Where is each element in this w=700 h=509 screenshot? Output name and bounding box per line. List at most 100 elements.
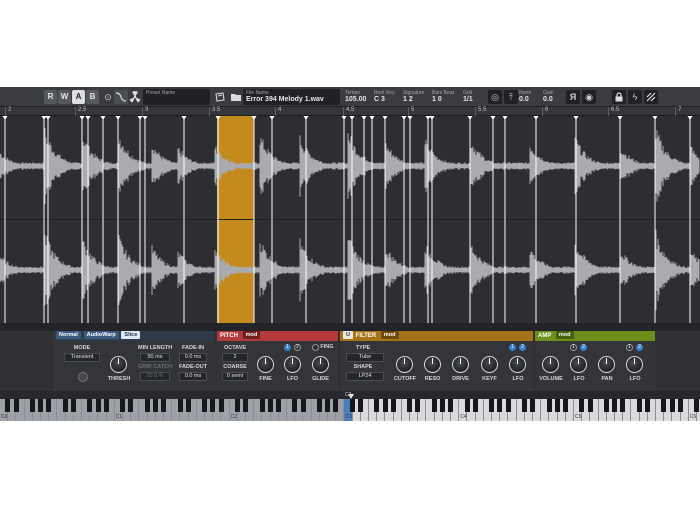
black-key[interactable] (677, 399, 683, 412)
black-key[interactable] (103, 399, 109, 412)
snap-icon[interactable]: ◎ (488, 90, 502, 104)
slice-marker-handle[interactable] (425, 116, 431, 120)
black-key[interactable] (644, 399, 650, 412)
slice-marker-handle[interactable] (269, 116, 275, 120)
black-key[interactable] (415, 399, 421, 412)
piano-keyboard[interactable]: C0 C1 C2 C3 C4 C5 C6 (0, 399, 700, 421)
norm-field[interactable]: Norm 0.0 (518, 89, 538, 105)
amp-lfo-knob[interactable] (570, 356, 587, 373)
amp-mod-button[interactable]: mod (555, 331, 574, 340)
reso-knob[interactable] (424, 356, 441, 373)
write-button[interactable]: W (58, 90, 71, 104)
pan-lfo-1-button[interactable]: 1 (626, 344, 633, 351)
pitch-lfo-1-button[interactable]: 1 (284, 344, 291, 351)
signature-field[interactable]: Signature 1 2 (402, 89, 428, 105)
pan-lfo-knob[interactable] (626, 356, 643, 373)
black-key[interactable] (349, 399, 355, 412)
slice-marker-handle[interactable] (382, 116, 388, 120)
black-key[interactable] (620, 399, 626, 412)
folder-icon[interactable] (229, 90, 243, 104)
tab-audiowarp[interactable]: AudioWarp (83, 331, 119, 340)
slice-marker-handle[interactable] (687, 116, 693, 120)
black-key[interactable] (407, 399, 413, 412)
octave-field[interactable]: 2 (222, 353, 248, 362)
root-key-field[interactable]: Root Key C 3 (373, 89, 399, 105)
filter-power-button[interactable]: U (343, 331, 353, 340)
mode-dropdown[interactable]: Transient (64, 353, 100, 362)
a-button[interactable]: A (72, 90, 85, 104)
glide-knob[interactable] (312, 356, 329, 373)
black-key[interactable] (46, 399, 52, 412)
black-key[interactable] (357, 399, 363, 412)
black-key[interactable] (202, 399, 208, 412)
coarse-field[interactable]: 0 semi (222, 372, 248, 381)
black-key[interactable] (431, 399, 437, 412)
filter-lfo-2-button[interactable]: 2 (519, 344, 526, 351)
black-key[interactable] (120, 399, 126, 412)
black-key[interactable] (218, 399, 224, 412)
tab-normal[interactable]: Normal (56, 331, 81, 340)
black-key[interactable] (70, 399, 76, 412)
slice-marker-handle[interactable] (490, 116, 496, 120)
loop-icon[interactable]: ◉ (582, 90, 596, 104)
filter-lfo-1-button[interactable]: 1 (509, 344, 516, 351)
black-key[interactable] (546, 399, 552, 412)
black-key[interactable] (161, 399, 167, 412)
filter-shape-dropdown[interactable]: LP24 (346, 372, 384, 381)
slice-marker-handle[interactable] (401, 116, 407, 120)
pitch-lfo-2-button[interactable]: 2 (294, 344, 301, 351)
black-key[interactable] (29, 399, 35, 412)
grid-catch-field[interactable]: 10.0 % (140, 372, 170, 381)
black-key[interactable] (128, 399, 134, 412)
black-key[interactable] (316, 399, 322, 412)
black-key[interactable] (38, 399, 44, 412)
min-length-field[interactable]: 50 ms (140, 353, 170, 362)
slice-marker-handle[interactable] (341, 116, 347, 120)
black-key[interactable] (439, 399, 445, 412)
black-key[interactable] (325, 399, 331, 412)
black-key[interactable] (636, 399, 642, 412)
normalize-icon[interactable]: ⤒ (504, 90, 518, 104)
volume-knob[interactable] (542, 356, 559, 373)
file-name-field[interactable]: File Name Error 394 Melody 1.wav (243, 89, 340, 105)
black-key[interactable] (13, 399, 19, 412)
timeline-ruler[interactable]: 2 2.5 3 3.5 4 4.5 5 5.5 6 6.5 7 (0, 107, 700, 116)
black-key[interactable] (152, 399, 158, 412)
black-key[interactable] (603, 399, 609, 412)
amp-lfo-2-button[interactable]: 2 (580, 344, 587, 351)
keyf-knob[interactable] (481, 356, 498, 373)
pitch-mod-button[interactable]: mod (242, 331, 261, 340)
black-key[interactable] (587, 399, 593, 412)
pitch-lfo-knob[interactable] (284, 356, 301, 373)
black-key[interactable] (259, 399, 265, 412)
filter-lfo-knob[interactable] (509, 356, 526, 373)
black-key[interactable] (185, 399, 191, 412)
filter-type-dropdown[interactable]: Tube (346, 353, 384, 362)
black-key[interactable] (374, 399, 380, 412)
slice-marker-handle[interactable] (652, 116, 658, 120)
black-key[interactable] (448, 399, 454, 412)
preset-name-field[interactable]: Preset Name (143, 89, 210, 105)
read-button[interactable]: R (44, 90, 57, 104)
slice-marker-handle[interactable] (369, 116, 375, 120)
slice-marker-handle[interactable] (45, 116, 51, 120)
gain-field[interactable]: Gain 0.0 (542, 89, 562, 105)
black-key[interactable] (210, 399, 216, 412)
slice-marker-handle[interactable] (407, 116, 413, 120)
black-key[interactable] (267, 399, 273, 412)
slice-marker-handle[interactable] (467, 116, 473, 120)
slice-marker-handle[interactable] (142, 116, 148, 120)
pan-lfo-2-button[interactable]: 2 (636, 344, 643, 351)
black-key[interactable] (243, 399, 249, 412)
bars-beat-field[interactable]: Bars Beat 1 0 (431, 89, 459, 105)
waveform-display[interactable] (0, 116, 700, 323)
slice-marker-handle[interactable] (429, 116, 435, 120)
grid-field[interactable]: Grid 1/1 (462, 89, 484, 105)
drive-knob[interactable] (452, 356, 469, 373)
black-key[interactable] (5, 399, 11, 412)
black-key[interactable] (694, 399, 700, 412)
black-key[interactable] (300, 399, 306, 412)
tempo-field[interactable]: Tempo 105.00 (344, 89, 370, 105)
slice-marker-handle[interactable] (349, 116, 355, 120)
black-key[interactable] (497, 399, 503, 412)
